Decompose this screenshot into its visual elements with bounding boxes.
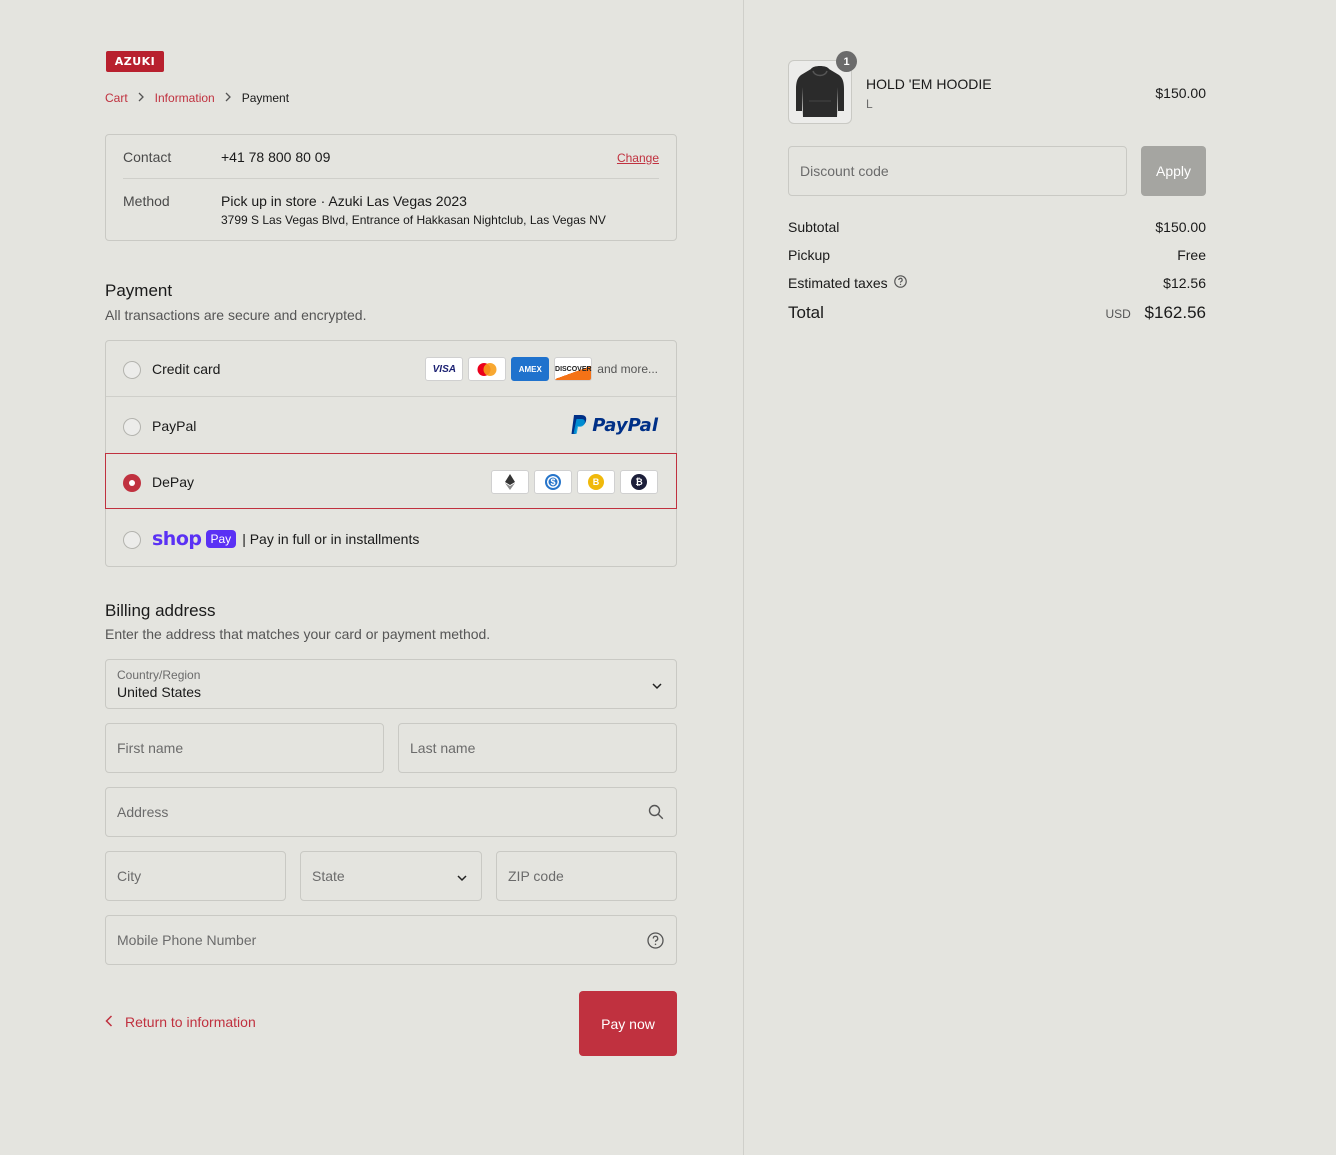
taxes-label: Estimated taxes [788,275,888,291]
radio-paypal[interactable] [123,418,141,436]
state-placeholder: State [312,868,345,884]
total-row: Total USD $162.56 [788,303,1206,323]
option-label: | Pay in full or in installments [242,531,420,547]
usdc-icon: $ [534,470,572,494]
ethereum-icon [491,470,529,494]
help-icon[interactable] [893,275,907,291]
payment-subtitle: All transactions are secure and encrypte… [105,307,367,323]
payment-option-depay[interactable]: DePay $ B ₿ [105,453,677,509]
option-label: Credit card [152,361,221,377]
help-icon[interactable] [647,932,664,952]
azuki-logo[interactable]: AZUKI [106,51,164,72]
discount-placeholder: Discount code [800,163,889,179]
chevron-down-icon [652,677,662,693]
total-label: Total [788,303,824,322]
shop-pay-logo: shop [152,528,202,550]
first-name-field[interactable]: First name [105,723,384,773]
contact-label: Contact [123,149,172,165]
country-label: Country/Region [117,668,201,682]
state-select[interactable]: State [300,851,482,901]
apply-discount-button[interactable]: Apply [1141,146,1206,196]
hoodie-icon [796,66,844,117]
method-address: 3799 S Las Vegas Blvd, Entrance of Hakka… [221,213,606,227]
breadcrumb: Cart Information Payment [105,91,289,105]
total-value: $162.56 [1144,303,1206,322]
card-brands: VISA AMEX DISCOVER and more... [425,357,658,381]
subtotal-value: $150.00 [1155,219,1206,235]
zip-field[interactable]: ZIP code [496,851,677,901]
breadcrumb-cart[interactable]: Cart [105,91,128,105]
subtotal-label: Subtotal [788,219,840,235]
breadcrumb-information[interactable]: Information [155,91,215,105]
payment-title: Payment [105,281,173,300]
total-currency: USD [1105,307,1131,321]
radio-depay[interactable] [123,474,141,492]
checkout-main: AZUKI Cart Information Payment Contact +… [0,0,743,1155]
change-contact-link[interactable]: Change [617,151,659,165]
phone-placeholder: Mobile Phone Number [117,932,257,948]
taxes-row: Estimated taxes $12.56 [788,275,1206,291]
address-placeholder: Address [117,804,169,820]
radio-shop-pay[interactable] [123,531,141,549]
quantity-badge: 1 [836,51,857,72]
option-label: DePay [152,474,195,490]
bitcoin-icon: ₿ [620,470,658,494]
mastercard-icon [468,357,507,381]
payment-option-paypal[interactable]: PayPal PayPal [106,398,676,454]
product-variant: L [866,97,873,111]
billing-subtitle: Enter the address that matches your card… [105,626,491,642]
address-field[interactable]: Address [105,787,677,837]
search-icon[interactable] [648,804,664,823]
return-label: Return to information [125,1014,256,1030]
billing-title: Billing address [105,601,216,620]
discover-icon: DISCOVER [554,357,593,381]
product-price: $150.00 [1155,85,1206,101]
breadcrumb-payment: Payment [241,91,290,105]
review-divider [123,178,659,179]
taxes-value: $12.56 [1163,275,1206,291]
phone-field[interactable]: Mobile Phone Number [105,915,677,965]
first-name-placeholder: First name [117,740,184,756]
discount-code-input[interactable]: Discount code [788,146,1127,196]
more-cards-text: and more... [597,362,658,376]
last-name-field[interactable]: Last name [398,723,677,773]
city-placeholder: City [117,868,142,884]
method-label: Method [123,193,170,209]
method-value: Pick up in store · Azuki Las Vegas 2023 [221,193,467,209]
pay-now-button[interactable]: Pay now [579,991,677,1056]
zip-placeholder: ZIP code [508,868,564,884]
last-name-placeholder: Last name [410,740,476,756]
pickup-label: Pickup [788,247,831,263]
country-select[interactable]: Country/Region United States [105,659,677,709]
shop-pay-label: shop Pay | Pay in full or in installment… [152,528,419,550]
payment-option-shop-pay[interactable]: shop Pay | Pay in full or in installment… [106,511,676,567]
product-name: HOLD 'EM HOODIE [866,76,992,92]
option-label: PayPal [152,418,197,434]
city-field[interactable]: City [105,851,286,901]
chevron-left-icon [105,1014,113,1030]
crypto-icons: $ B ₿ [491,470,658,494]
return-to-information-link[interactable]: Return to information [105,1014,256,1030]
amex-icon: AMEX [511,357,550,381]
paypal-wordmark: PayPal [592,414,658,436]
pickup-row: Pickup Free [788,247,1206,263]
pickup-value: Free [1177,247,1206,263]
order-summary: 1 HOLD 'EM HOODIE L $150.00 Discount cod… [744,0,1336,1155]
busd-icon: B [577,470,615,494]
payment-option-credit-card[interactable]: Credit card VISA AMEX DISCOVER and more.… [106,341,676,397]
chevron-down-icon [457,869,467,885]
payment-methods: Credit card VISA AMEX DISCOVER and more.… [105,340,677,567]
chevron-right-icon [225,92,232,105]
radio-credit-card[interactable] [123,361,141,379]
contact-value: +41 78 800 80 09 [221,149,331,165]
country-value: United States [117,684,202,700]
shop-pay-badge: Pay [205,530,237,548]
visa-icon: VISA [425,357,464,381]
chevron-right-icon [138,92,145,105]
paypal-logo: PayPal [570,414,658,436]
subtotal-row: Subtotal $150.00 [788,219,1206,235]
review-block: Contact +41 78 800 80 09 Change Method P… [105,134,677,241]
